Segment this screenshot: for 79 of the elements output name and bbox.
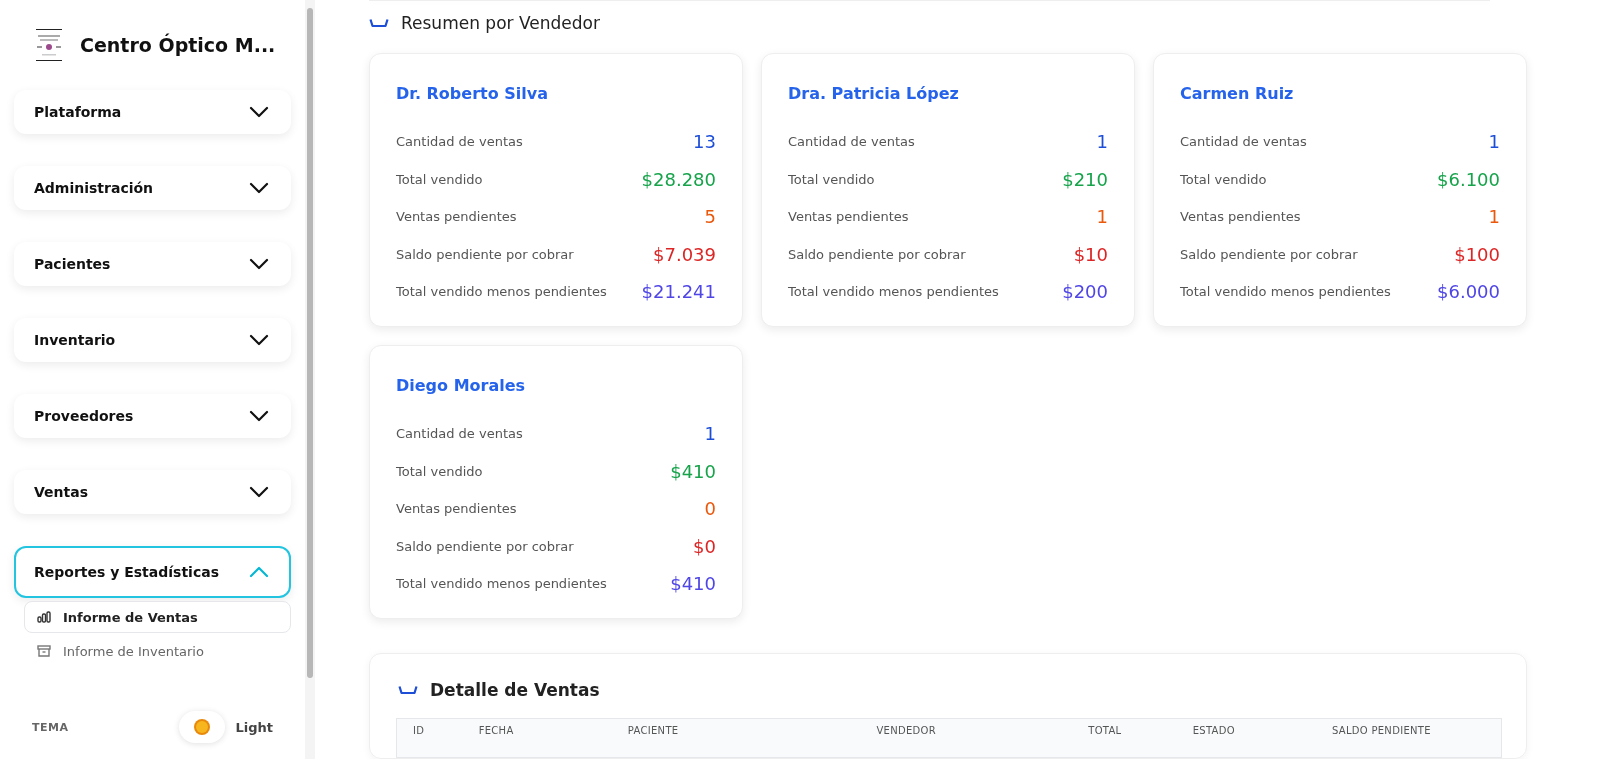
metric-value: $100 <box>1454 243 1500 265</box>
metric-value: $210 <box>1062 168 1108 190</box>
metric-label: Total vendido <box>396 171 483 187</box>
chevron-down-icon <box>249 258 269 270</box>
chevron-up-icon <box>249 566 269 578</box>
metric-label: Total vendido menos pendientes <box>1180 284 1391 300</box>
metric-label: Ventas pendientes <box>1180 209 1301 225</box>
column-header: FECHA <box>478 725 515 736</box>
metric-label: Total vendido menos pendientes <box>396 576 607 592</box>
scrollbar[interactable] <box>305 0 315 759</box>
chevron-down-icon <box>249 410 269 422</box>
metric-label: Total vendido <box>1180 171 1267 187</box>
theme-label: TEMA <box>32 720 69 734</box>
metric-value: 1 <box>704 423 716 445</box>
bar-chart-icon <box>37 611 51 623</box>
sun-icon <box>193 718 212 736</box>
seller-name: Dr. Roberto Silva <box>396 84 549 103</box>
metric-value: $0 <box>693 535 716 557</box>
metric-label: Total vendido <box>396 463 483 479</box>
metric-value: $10 <box>1073 243 1108 265</box>
metric-label: Saldo pendiente por cobrar <box>396 246 574 262</box>
metric-label: Saldo pendiente por cobrar <box>1180 246 1358 262</box>
metric-label: Saldo pendiente por cobrar <box>788 246 966 262</box>
section-title: Detalle de Ventas <box>430 680 600 700</box>
metric-value: 1 <box>1488 131 1500 153</box>
column-header: TOTAL <box>1088 725 1123 736</box>
seller-name: Carmen Ruiz <box>1180 84 1295 103</box>
chevron-down-icon <box>249 486 269 498</box>
nav-group-button[interactable]: Pacientes <box>14 242 291 286</box>
column-header: SALDO PENDIENTE <box>1331 725 1432 736</box>
column-header: PACIENTE <box>627 725 680 736</box>
chevron-down-icon <box>249 182 269 194</box>
submenu-item[interactable]: Informe de Inventario <box>24 635 291 667</box>
tray-icon <box>398 685 418 695</box>
nav-group-button[interactable]: Reportes y Estadísticas <box>14 546 291 598</box>
tray-icon <box>369 18 389 28</box>
metric-value: 1 <box>1488 206 1500 228</box>
section-title: Resumen por Vendedor <box>401 13 600 33</box>
chevron-down-icon <box>249 334 269 346</box>
metric-value: 1 <box>1096 206 1108 228</box>
metric-value: $6.000 <box>1437 281 1500 303</box>
metric-value: 1 <box>1096 131 1108 153</box>
metric-label: Cantidad de ventas <box>788 134 915 150</box>
metric-label: Cantidad de ventas <box>1180 134 1307 150</box>
column-header: ESTADO <box>1192 725 1236 736</box>
metric-label: Cantidad de ventas <box>396 426 523 442</box>
metric-label: Ventas pendientes <box>396 501 517 517</box>
theme-mode-label: Light <box>235 719 273 735</box>
nav-group-button[interactable]: Ventas <box>14 470 291 514</box>
metric-label: Total vendido menos pendientes <box>788 284 999 300</box>
submenu-item[interactable]: Informe de Ventas <box>24 601 291 633</box>
metric-value: $28.280 <box>641 168 716 190</box>
nav-group-button[interactable]: Proveedores <box>14 394 291 438</box>
metric-value: $200 <box>1062 281 1108 303</box>
metric-value: 13 <box>693 131 716 153</box>
metric-label: Total vendido menos pendientes <box>396 284 607 300</box>
metric-label: Total vendido <box>788 171 875 187</box>
seller-name: Dra. Patricia López <box>788 84 960 103</box>
metric-label: Cantidad de ventas <box>396 134 523 150</box>
archive-box-icon <box>37 645 51 657</box>
theme-toggle[interactable] <box>179 711 226 743</box>
nav-group-button[interactable]: Administración <box>14 166 291 210</box>
metric-value: 0 <box>704 498 716 520</box>
brand-name: Centro Óptico M... <box>80 34 276 56</box>
metric-value: $410 <box>670 460 716 482</box>
nav-group-button[interactable]: Plataforma <box>14 90 291 134</box>
metric-value: $7.039 <box>653 243 716 265</box>
metric-label: Ventas pendientes <box>396 209 517 225</box>
seller-name: Diego Morales <box>396 376 527 395</box>
nav-group-button[interactable]: Inventario <box>14 318 291 362</box>
column-header: ID <box>413 725 426 736</box>
metric-label: Ventas pendientes <box>788 209 909 225</box>
column-header: VENDEDOR <box>876 725 937 736</box>
metric-value: $6.100 <box>1437 168 1500 190</box>
metric-value: $410 <box>670 573 716 595</box>
metric-value: 5 <box>704 206 716 228</box>
metric-label: Saldo pendiente por cobrar <box>396 538 574 554</box>
chevron-down-icon <box>249 106 269 118</box>
metric-value: $21.241 <box>641 281 716 303</box>
